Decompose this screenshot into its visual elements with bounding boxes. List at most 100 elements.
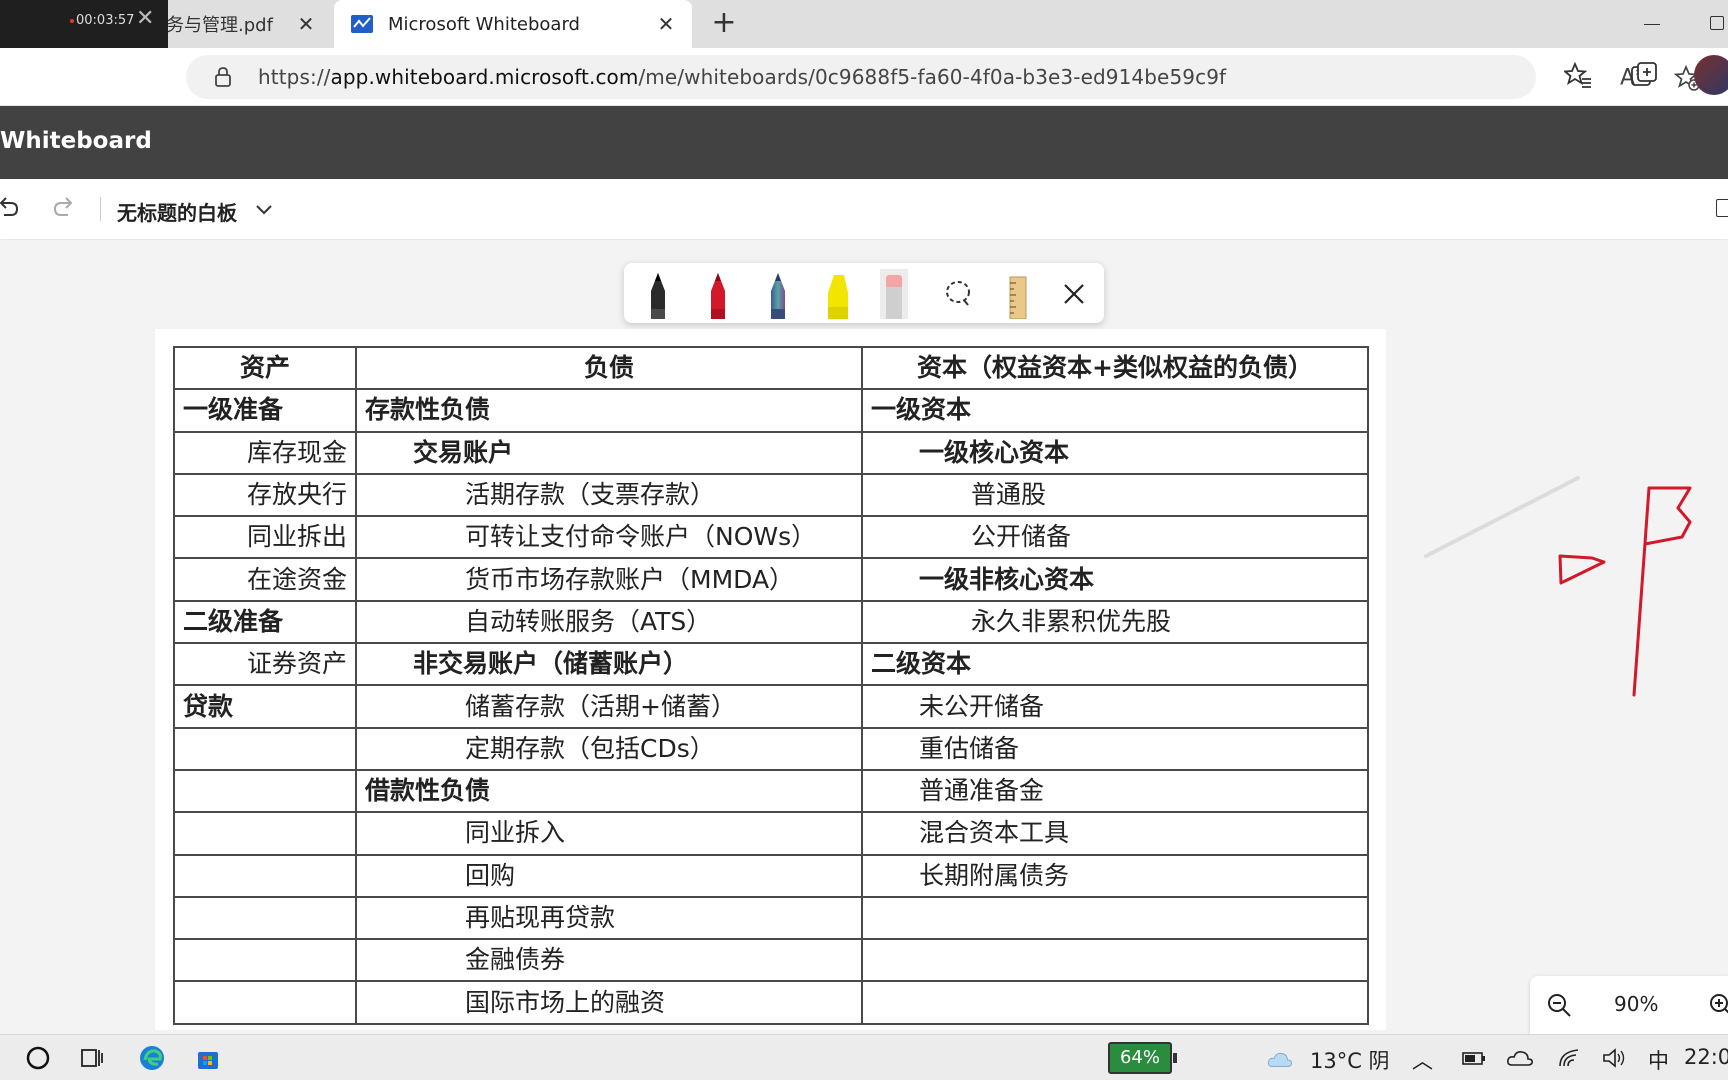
table-row: 二级准备 自动转账服务（ATS） 永久非累积优先股	[173, 599, 1369, 645]
table-cell: 货币市场存款账户（MMDA）	[355, 557, 863, 602]
windows-taskbar: 64% 13°C 阴 ︿ 中 22:02	[0, 1034, 1728, 1080]
zoom-control: 90%	[1530, 976, 1728, 1034]
command-bar: 无标题的白板	[0, 179, 1728, 239]
lock-icon[interactable]	[214, 67, 232, 87]
cortana-search-icon[interactable]	[24, 1044, 52, 1072]
tab-whiteboard-title: Microsoft Whiteboard	[388, 13, 580, 35]
lasso-select-icon[interactable]	[938, 269, 978, 319]
app-header: Whiteboard	[0, 106, 1728, 179]
url-field[interactable]: https://app.whiteboard.microsoft.com/me/…	[186, 55, 1700, 99]
url-prefix: https://	[258, 65, 331, 89]
table-cell: 长期附属债务	[861, 853, 1369, 898]
tray-overflow-chevron-icon[interactable]: ︿	[1412, 1045, 1433, 1075]
weather-text[interactable]: 13°C 阴	[1310, 1045, 1390, 1075]
red-pen-icon[interactable]	[698, 269, 738, 319]
balance-sheet-table: 资产 负债 资本（权益资本+类似权益的负债） 一级准备 存款性负债 一级资本 库…	[173, 345, 1369, 1025]
table-cell: 库存现金	[173, 430, 357, 475]
pasted-table-image[interactable]: 资产 负债 资本（权益资本+类似权益的负债） 一级准备 存款性负债 一级资本 库…	[155, 329, 1386, 1030]
table-cell	[173, 853, 357, 898]
table-row: 再贴现再贷款	[173, 895, 1369, 941]
table-row: 贷款 储蓄存款（活期+储蓄） 未公开储备	[173, 684, 1369, 729]
table-row: 金融债券	[173, 938, 1369, 983]
table-cell: 同业拆出	[173, 515, 357, 560]
wifi-icon[interactable]	[1556, 1044, 1584, 1072]
onedrive-cloud-icon[interactable]	[1506, 1044, 1534, 1072]
tab-whiteboard-close-icon[interactable]: ✕	[654, 12, 678, 36]
tab-pdf-close-icon[interactable]: ✕	[294, 12, 318, 36]
favorites-icon[interactable]	[1564, 61, 1592, 89]
table-cell: 二级准备	[173, 599, 357, 645]
eraser-icon[interactable]	[874, 269, 914, 319]
undo-icon[interactable]	[0, 195, 20, 221]
board-name[interactable]: 无标题的白板	[117, 197, 237, 226]
ime-indicator[interactable]: 中	[1648, 1045, 1669, 1075]
share-icon[interactable]	[1716, 199, 1728, 217]
edge-browser-icon[interactable]	[138, 1044, 166, 1072]
url-host: app.whiteboard.microsoft.com	[330, 65, 639, 89]
table-cell: 一级非核心资本	[861, 557, 1369, 602]
header-liabilities: 负债	[355, 345, 863, 391]
table-cell: 贷款	[173, 684, 357, 729]
task-view-icon[interactable]	[78, 1044, 106, 1072]
browser-address-bar: https://app.whiteboard.microsoft.com/me/…	[0, 48, 1728, 106]
black-pen-icon[interactable]	[638, 269, 678, 319]
taskbar-clock[interactable]: 22:02	[1684, 1045, 1728, 1069]
recording-dot-icon	[70, 18, 74, 23]
url-path: /me/whiteboards/0c9688f5-fa60-4f0a-b3e3-…	[638, 65, 1227, 89]
table-cell	[861, 980, 1369, 1025]
table-row: 回购 长期附属债务	[173, 853, 1369, 898]
weather-cloud-icon[interactable]	[1266, 1046, 1294, 1074]
table-row: 同业拆入 混合资本工具	[173, 811, 1369, 856]
table-cell	[861, 895, 1369, 941]
zoom-in-icon[interactable]	[1708, 992, 1728, 1018]
table-cell	[861, 938, 1369, 983]
tab-whiteboard[interactable]: Microsoft Whiteboard ✕	[334, 0, 692, 48]
table-cell: 重估储备	[861, 726, 1369, 771]
close-toolbar-icon[interactable]	[1054, 269, 1094, 319]
battery-tray-icon[interactable]	[1460, 1044, 1488, 1072]
table-cell: 借款性负债	[355, 768, 863, 814]
tab-pdf-title: 务与管理.pdf	[166, 15, 273, 36]
table-cell: 普通股	[861, 472, 1369, 518]
table-row: 定期存款（包括CDs） 重估储备	[173, 726, 1369, 771]
volume-icon[interactable]	[1600, 1044, 1628, 1072]
table-cell: 定期存款（包括CDs）	[355, 726, 863, 771]
store-icon[interactable]	[194, 1044, 222, 1072]
table-row: 库存现金 交易账户 一级核心资本	[173, 430, 1369, 475]
table-cell: 二级资本	[861, 642, 1369, 687]
recorder-elapsed-time: 00:03:57	[70, 13, 134, 28]
window-minimize-button[interactable]	[1640, 12, 1664, 36]
table-cell	[173, 938, 357, 983]
chevron-down-icon[interactable]	[254, 199, 274, 219]
url-text[interactable]: https://app.whiteboard.microsoft.com/me/…	[258, 65, 1226, 89]
highlighter-icon[interactable]	[818, 269, 858, 319]
recorder-close-icon[interactable]: ✕	[136, 6, 154, 31]
table-cell: 金融债券	[355, 938, 863, 983]
galaxy-pen-icon[interactable]	[758, 269, 798, 319]
app-title: Whiteboard	[0, 128, 152, 154]
browser-tab-strip: 务与管理.pdf ✕ Microsoft Whiteboard ✕ +	[0, 0, 1728, 48]
window-maximize-button[interactable]	[1710, 16, 1724, 30]
table-cell: 储蓄存款（活期+储蓄）	[355, 684, 863, 729]
redo-icon[interactable]	[52, 195, 76, 221]
zoom-level: 90%	[1614, 992, 1659, 1016]
table-cell	[173, 895, 357, 941]
table-row: 一级准备 存款性负债 一级资本	[173, 388, 1369, 433]
table-row: 在途资金 货币市场存款账户（MMDA） 一级非核心资本	[173, 557, 1369, 602]
zoom-out-icon[interactable]	[1546, 992, 1572, 1018]
table-row: 借款性负债 普通准备金	[173, 768, 1369, 814]
new-tab-button[interactable]: +	[706, 6, 742, 42]
table-cell	[173, 726, 357, 771]
profile-avatar[interactable]	[1694, 55, 1728, 95]
battery-indicator[interactable]: 64%	[1108, 1042, 1177, 1074]
collections-icon[interactable]	[1630, 61, 1658, 89]
table-cell: 国际市场上的融资	[355, 980, 863, 1025]
table-cell: 未公开储备	[861, 684, 1369, 729]
table-cell: 公开储备	[861, 515, 1369, 560]
table-cell: 普通准备金	[861, 768, 1369, 814]
table-cell	[173, 811, 357, 856]
battery-percent: 64%	[1119, 1047, 1160, 1068]
tab-pdf[interactable]: 务与管理.pdf ✕	[160, 0, 332, 48]
ruler-icon[interactable]	[998, 269, 1038, 319]
table-cell: 一级核心资本	[861, 430, 1369, 475]
